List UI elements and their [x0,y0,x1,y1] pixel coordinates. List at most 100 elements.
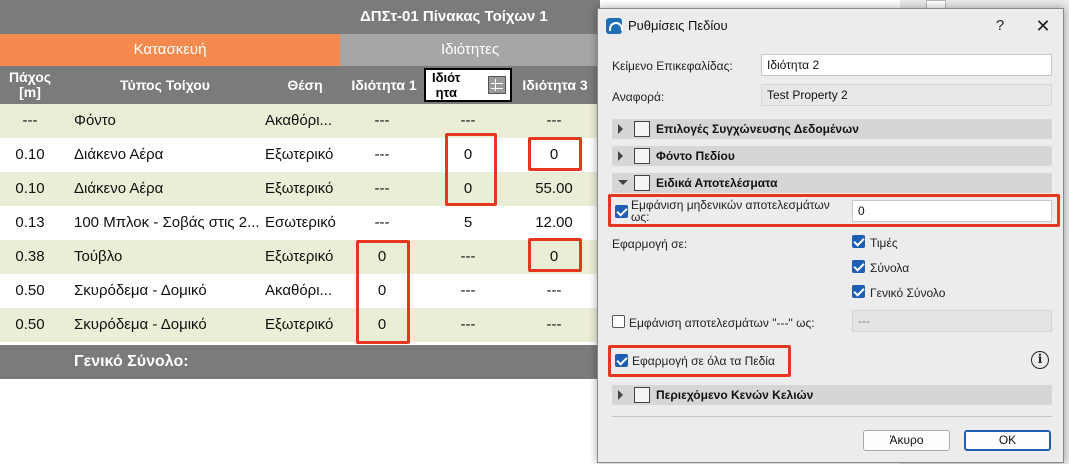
dialog-titlebar[interactable]: Ρυθμίσεις Πεδίου ? ✕ [598,9,1063,43]
expand-arrow-icon [618,390,623,400]
cell-position: Εξωτερικό [265,316,334,333]
field-settings-dialog: Ρυθμίσεις Πεδίου ? ✕ Κείμενο Επικεφαλίδα… [597,8,1064,463]
cell-property-3: 12.00 [535,214,573,231]
section-label: Επιλογές Συγχώνευσης Δεδομένων [656,122,859,136]
cell-property-1: --- [374,214,390,231]
table-row[interactable]: 0.38 Τούβλο Εξωτερικό 0 --- 0 [0,240,600,274]
show-dash-checkbox[interactable] [612,315,625,328]
cell-position: Εσωτερικό [265,214,336,231]
header-text-input[interactable]: Ιδιότητα 2 [761,54,1052,76]
highlight-box [528,238,582,272]
apply-grand-total-checkbox[interactable] [852,285,865,298]
highlight-box [608,194,1060,227]
table-row[interactable]: 0.10 Διάκενο Αέρα Εξωτερικό --- 0 55.00 [0,172,600,206]
highlight-box [608,345,791,377]
cell-position: Εξωτερικό [265,180,334,197]
expand-arrow-icon [618,124,623,134]
divider [612,416,1052,417]
group-properties[interactable]: Ιδιότητες [340,34,600,66]
column-headers: Πάχος [m] Τύπος Τοίχου Θέση Ιδιότητα 1 Ι… [0,66,600,104]
close-button[interactable]: ✕ [1023,9,1063,43]
empty-cells-icon [634,387,650,403]
cell-property-3: 55.00 [535,180,573,197]
cell-thickness: 0.50 [15,282,45,299]
cell-property-2: 5 [463,214,473,231]
highlight-box [356,240,410,344]
cell-property-1: --- [374,112,390,129]
cell-position: Ακαθόρι... [265,282,333,299]
app-icon [606,18,623,34]
cell-property-2: --- [460,316,476,333]
cell-wall-type: Σκυρόδεμα - Δομικό [74,316,207,333]
highlight-box [445,133,497,206]
section-label: Φόντο Πεδίου [656,149,735,163]
cell-property-3: --- [546,112,562,129]
apply-totals-label: Σύνολα [870,261,910,275]
section-special-results[interactable]: Ειδικά Αποτελέσματα [612,173,1052,193]
special-results-icon [634,175,650,191]
show-dash-input[interactable]: --- [852,310,1052,332]
apply-grand-total-label: Γενικό Σύνολο [870,286,946,300]
field-settings-icon[interactable] [488,76,506,94]
section-label: Περιεχόμενο Κενών Κελιών [656,388,814,402]
apply-totals-checkbox[interactable] [852,260,865,273]
table-row[interactable]: 0.10 Διάκενο Αέρα Εξωτερικό --- 0 0 [0,138,600,172]
header-property-1[interactable]: Ιδιότητα 1 [346,66,422,104]
cell-thickness: 0.10 [15,146,45,163]
table-row[interactable]: 0.13 100 Μπλοκ - Σοβάς στις 2... Εσωτερι… [0,206,600,240]
cell-position: Εξωτερικό [265,146,334,163]
dialog-title: Ρυθμίσεις Πεδίου [628,18,728,33]
header-property-2-active[interactable]: Ιδιότ ητα [424,68,512,102]
cell-property-3: --- [546,316,562,333]
cell-wall-type: Διάκενο Αέρα [74,146,164,163]
grand-total-row: Γενικό Σύνολο: [0,345,600,379]
grid-icon [634,148,650,164]
cell-thickness: --- [22,112,38,129]
header-text-label: Κείμενο Επικεφαλίδας: [612,59,733,73]
cell-wall-type: Τούβλο [74,248,123,265]
table-row[interactable]: 0.50 Σκυρόδεμα - Δομικό Ακαθόρι... 0 ---… [0,274,600,308]
group-construction[interactable]: Κατασκευή [0,34,340,66]
reference-label: Αναφορά: [612,90,665,104]
cell-wall-type: Διάκενο Αέρα [74,180,164,197]
reference-field: Test Property 2 [761,84,1052,106]
ok-button[interactable]: OK [964,430,1051,451]
apply-to-label: Εφαρμογή σε: [612,237,688,251]
cell-position: Ακαθόρι... [265,112,333,129]
section-field-background[interactable]: Φόντο Πεδίου [612,146,1052,166]
schedule-table: ΔΠΣτ-01 Πίνακας Τοίχων 1 Κατασκευή Ιδιότ… [0,0,600,464]
cell-thickness: 0.10 [15,180,45,197]
cell-wall-type: 100 Μπλοκ - Σοβάς στις 2... [74,214,260,231]
cell-property-3: --- [546,282,562,299]
schedule-title: ΔΠΣτ-01 Πίνακας Τοίχων 1 [0,0,600,34]
table-row[interactable]: 0.50 Σκυρόδεμα - Δομικό Εξωτερικό 0 --- … [0,308,600,342]
table-row[interactable]: --- Φόντο Ακαθόρι... --- --- --- [0,104,600,138]
cell-thickness: 0.50 [15,316,45,333]
merge-data-icon [634,121,650,137]
section-merge-options[interactable]: Επιλογές Συγχώνευσης Δεδομένων [612,119,1052,139]
cell-property-1: --- [374,180,390,197]
column-groups: Κατασκευή Ιδιότητες [0,34,600,66]
header-property-3[interactable]: Ιδιότητα 3 [514,66,596,104]
cell-wall-type: Φόντο [74,112,116,129]
help-button[interactable]: ? [980,9,1020,43]
cell-property-2: --- [460,282,476,299]
header-position[interactable]: Θέση [262,66,348,104]
cancel-button[interactable]: Άκυρο [863,430,950,451]
cell-position: Εξωτερικό [265,248,334,265]
header-wall-type[interactable]: Τύπος Τοίχου [70,66,260,104]
cell-property-2: --- [460,248,476,265]
apply-values-label: Τιμές [870,236,898,250]
apply-values-checkbox[interactable] [852,235,865,248]
highlight-box [528,137,582,171]
header-thickness[interactable]: Πάχος [m] [0,66,60,104]
expand-arrow-icon [618,151,623,161]
collapse-arrow-icon [618,180,628,185]
cell-thickness: 0.38 [15,248,45,265]
header-property-2-label: Ιδιότ ητα [432,70,461,100]
show-dash-label: Εμφάνιση αποτελεσμάτων "---" ως: [629,316,815,330]
cell-property-1: --- [374,146,390,163]
section-empty-cells[interactable]: Περιεχόμενο Κενών Κελιών [612,385,1052,405]
cell-wall-type: Σκυρόδεμα - Δομικό [74,282,207,299]
info-icon[interactable]: i [1031,351,1049,369]
